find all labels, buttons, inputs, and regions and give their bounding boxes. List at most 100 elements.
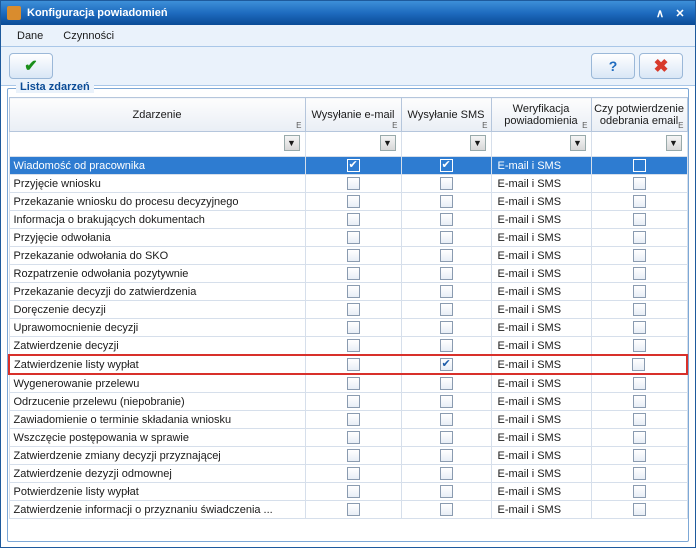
verify-cell[interactable]: E-mail i SMS: [491, 355, 591, 374]
confirm-checkbox[interactable]: [633, 449, 646, 462]
confirm-checkbox[interactable]: [633, 377, 646, 390]
table-row[interactable]: Odrzucenie przelewu (niepobranie)E-mail …: [9, 393, 687, 411]
verify-cell[interactable]: E-mail i SMS: [491, 157, 591, 175]
verify-cell[interactable]: E-mail i SMS: [491, 265, 591, 283]
sms-checkbox[interactable]: [440, 358, 453, 371]
sms-checkbox[interactable]: [440, 485, 453, 498]
table-row[interactable]: Informacja o brakujących dokumentachE-ma…: [9, 211, 687, 229]
table-row[interactable]: Zatwierdzenie listy wypłatE-mail i SMS: [9, 355, 687, 374]
verify-cell[interactable]: E-mail i SMS: [491, 337, 591, 356]
chevron-down-icon[interactable]: ▼: [470, 135, 486, 151]
email-checkbox[interactable]: [347, 503, 360, 516]
sms-checkbox[interactable]: [440, 231, 453, 244]
confirm-checkbox[interactable]: [633, 485, 646, 498]
email-checkbox[interactable]: [347, 177, 360, 190]
sms-checkbox[interactable]: [440, 339, 453, 352]
close-icon[interactable]: ✕: [671, 5, 689, 21]
sms-checkbox[interactable]: [440, 159, 453, 172]
verify-cell[interactable]: E-mail i SMS: [491, 301, 591, 319]
minimize-icon[interactable]: ∧: [651, 5, 669, 21]
verify-cell[interactable]: E-mail i SMS: [491, 483, 591, 501]
verify-cell[interactable]: E-mail i SMS: [491, 429, 591, 447]
sms-checkbox[interactable]: [440, 377, 453, 390]
verify-cell[interactable]: E-mail i SMS: [491, 193, 591, 211]
email-checkbox[interactable]: [347, 413, 360, 426]
confirm-checkbox[interactable]: [633, 267, 646, 280]
verify-cell[interactable]: E-mail i SMS: [491, 229, 591, 247]
table-row[interactable]: Wiadomość od pracownikaE-mail i SMS: [9, 157, 687, 175]
verify-cell[interactable]: E-mail i SMS: [491, 175, 591, 193]
email-checkbox[interactable]: [347, 249, 360, 262]
confirm-checkbox[interactable]: [633, 177, 646, 190]
help-button[interactable]: ?: [591, 53, 635, 79]
email-checkbox[interactable]: [347, 303, 360, 316]
email-checkbox[interactable]: [347, 285, 360, 298]
table-row[interactable]: Wygenerowanie przelewuE-mail i SMS: [9, 374, 687, 393]
sms-checkbox[interactable]: [440, 395, 453, 408]
email-checkbox[interactable]: [347, 377, 360, 390]
table-row[interactable]: Przyjęcie odwołaniaE-mail i SMS: [9, 229, 687, 247]
table-row[interactable]: Potwierdzenie listy wypłatE-mail i SMS: [9, 483, 687, 501]
confirm-checkbox[interactable]: [633, 213, 646, 226]
verify-cell[interactable]: E-mail i SMS: [491, 283, 591, 301]
table-row[interactable]: Przekazanie decyzji do zatwierdzeniaE-ma…: [9, 283, 687, 301]
verify-cell[interactable]: E-mail i SMS: [491, 447, 591, 465]
sms-checkbox[interactable]: [440, 177, 453, 190]
confirm-checkbox[interactable]: [633, 159, 646, 172]
sms-checkbox[interactable]: [440, 413, 453, 426]
confirm-checkbox[interactable]: [632, 358, 645, 371]
chevron-down-icon[interactable]: ▼: [284, 135, 300, 151]
email-checkbox[interactable]: [347, 267, 360, 280]
verify-cell[interactable]: E-mail i SMS: [491, 411, 591, 429]
sms-checkbox[interactable]: [440, 449, 453, 462]
sms-checkbox[interactable]: [440, 503, 453, 516]
col-verify[interactable]: Weryfikacja powiadomieniaE: [491, 98, 591, 132]
email-checkbox[interactable]: [347, 449, 360, 462]
email-checkbox[interactable]: [347, 159, 360, 172]
confirm-checkbox[interactable]: [633, 339, 646, 352]
sms-checkbox[interactable]: [440, 467, 453, 480]
table-row[interactable]: Przekazanie wniosku do procesu decyzyjne…: [9, 193, 687, 211]
email-checkbox[interactable]: [347, 467, 360, 480]
sms-checkbox[interactable]: [440, 285, 453, 298]
col-email[interactable]: Wysyłanie e-mailE: [305, 98, 401, 132]
verify-cell[interactable]: E-mail i SMS: [491, 247, 591, 265]
email-checkbox[interactable]: [347, 195, 360, 208]
confirm-checkbox[interactable]: [633, 503, 646, 516]
email-checkbox[interactable]: [347, 339, 360, 352]
col-event[interactable]: ZdarzenieE: [9, 98, 305, 132]
filter-event[interactable]: [14, 134, 301, 154]
email-checkbox[interactable]: [347, 231, 360, 244]
sms-checkbox[interactable]: [440, 213, 453, 226]
cancel-button[interactable]: ✖: [639, 53, 683, 79]
email-checkbox[interactable]: [347, 358, 360, 371]
confirm-checkbox[interactable]: [633, 303, 646, 316]
email-checkbox[interactable]: [347, 485, 360, 498]
table-row[interactable]: Zawiadomienie o terminie składania wnios…: [9, 411, 687, 429]
confirm-checkbox[interactable]: [633, 431, 646, 444]
col-sms[interactable]: Wysyłanie SMSE: [401, 98, 491, 132]
table-row[interactable]: Zatwierdzenie decyzjiE-mail i SMS: [9, 337, 687, 356]
email-checkbox[interactable]: [347, 321, 360, 334]
table-row[interactable]: Przyjęcie wnioskuE-mail i SMS: [9, 175, 687, 193]
sms-checkbox[interactable]: [440, 195, 453, 208]
sms-checkbox[interactable]: [440, 249, 453, 262]
sms-checkbox[interactable]: [440, 303, 453, 316]
email-checkbox[interactable]: [347, 213, 360, 226]
verify-cell[interactable]: E-mail i SMS: [491, 465, 591, 483]
confirm-checkbox[interactable]: [633, 249, 646, 262]
confirm-checkbox[interactable]: [633, 413, 646, 426]
menu-dane[interactable]: Dane: [7, 28, 53, 44]
verify-cell[interactable]: E-mail i SMS: [491, 211, 591, 229]
confirm-checkbox[interactable]: [633, 467, 646, 480]
sms-checkbox[interactable]: [440, 431, 453, 444]
confirm-checkbox[interactable]: [633, 285, 646, 298]
confirm-checkbox[interactable]: [633, 395, 646, 408]
verify-cell[interactable]: E-mail i SMS: [491, 501, 591, 519]
verify-cell[interactable]: E-mail i SMS: [491, 393, 591, 411]
table-row[interactable]: Zatwierdzenie dezyzji odmownejE-mail i S…: [9, 465, 687, 483]
table-row[interactable]: Doręczenie decyzjiE-mail i SMS: [9, 301, 687, 319]
menu-czynnosci[interactable]: Czynności: [53, 28, 124, 44]
table-row[interactable]: Uprawomocnienie decyzjiE-mail i SMS: [9, 319, 687, 337]
col-confirm[interactable]: Czy potwierdzenie odebrania emailE: [591, 98, 687, 132]
